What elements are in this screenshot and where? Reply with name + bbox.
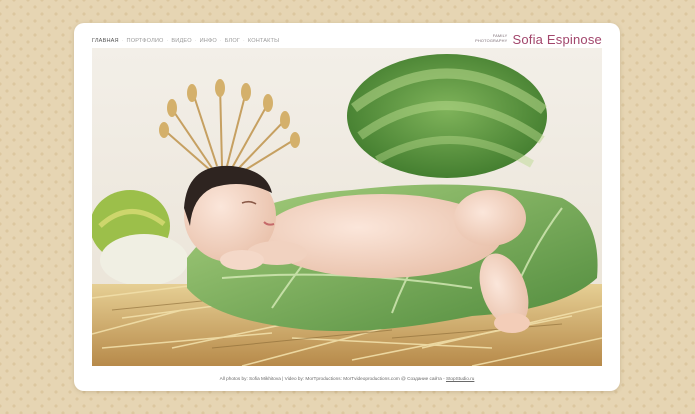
- nav-item-blog[interactable]: БЛОГ: [225, 38, 240, 44]
- nav-separator: ·: [166, 38, 169, 44]
- nav-separator: ·: [243, 38, 245, 44]
- nav-separator: ·: [121, 38, 124, 44]
- hero-photo-illustration: [92, 48, 602, 366]
- footer-credits: All photos by: Sofia Mikhitova | Video b…: [74, 376, 620, 381]
- nav-separator: ·: [219, 38, 222, 44]
- hero-photo: [92, 48, 602, 366]
- brand-tagline-line2: PHOTOGRAPHY: [475, 38, 508, 43]
- white-squash: [100, 234, 188, 286]
- brand-name: Sofia Espinose: [512, 31, 602, 47]
- nav-item-video[interactable]: ВИДЕО: [171, 38, 191, 44]
- brand-logo[interactable]: FAMILY PHOTOGRAPHY Sofia Espinose: [475, 31, 602, 47]
- footer-text: All photos by: Sofia Mikhitova | Video b…: [219, 376, 446, 381]
- nav-item-contacts[interactable]: КОНТАКТЫ: [248, 38, 279, 44]
- nav-separator: ·: [194, 38, 197, 44]
- footer-link[interactable]: StopStudio.ru: [446, 376, 474, 381]
- nav-item-info[interactable]: ИНФО: [200, 38, 217, 44]
- main-nav: ГЛАВНАЯ · ПОРТФОЛИО · ВИДЕО · ИНФО · БЛО…: [92, 38, 279, 44]
- brand-tagline: FAMILY PHOTOGRAPHY: [475, 33, 508, 44]
- content-card: ГЛАВНАЯ · ПОРТФОЛИО · ВИДЕО · ИНФО · БЛО…: [74, 23, 620, 391]
- nav-item-portfolio[interactable]: ПОРТФОЛИО: [127, 38, 164, 44]
- nav-item-home[interactable]: ГЛАВНАЯ: [92, 38, 119, 44]
